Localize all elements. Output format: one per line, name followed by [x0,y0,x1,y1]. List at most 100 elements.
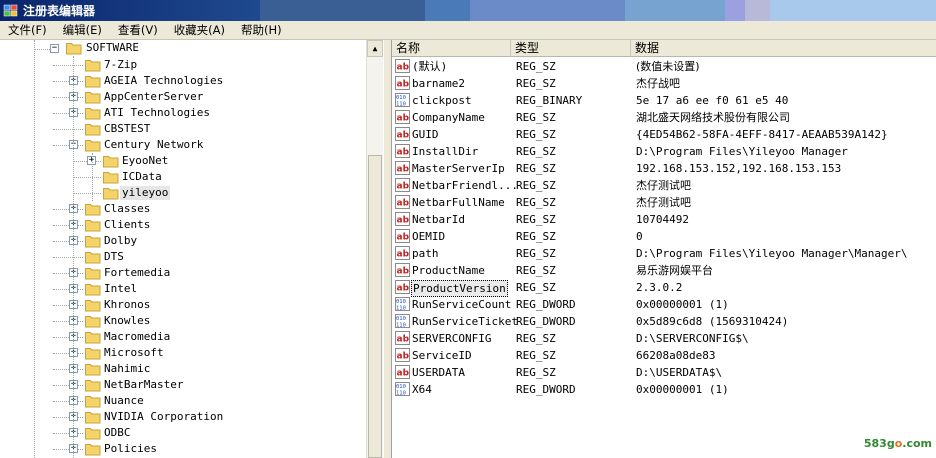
tree-item-cbstest[interactable]: CBSTEST [102,122,152,136]
value-data: {4ED54B62-58FA-4EFF-8417-AEAAB539A142} [636,128,888,141]
list-row[interactable]: 010 110 RunServiceCount REG_DWORD 0x00000001… [392,296,936,313]
value-name[interactable]: ProductVersion [411,280,508,297]
tree-item-nvidia-corporation[interactable]: NVIDIA Corporation [102,410,225,424]
list-row[interactable]: 010 110 X64 REG_DWORD 0x00000001 (1) [392,381,936,398]
tree-item-knowles[interactable]: Knowles [102,314,152,328]
tree-item-intel[interactable]: Intel [102,282,139,296]
value-name[interactable]: ProductName [411,263,486,278]
registry-value-list[interactable]: 名称 类型 数据 ab (默认) REG_SZ (数值未设置) ab barname2 RE… [392,40,936,458]
tree-item-odbc[interactable]: ODBC [102,426,133,440]
value-data: D:\USERDATA$\ [636,366,723,379]
folder-icon [85,108,101,120]
tree-item-microsoft[interactable]: Microsoft [102,346,166,360]
tree-item-century-network[interactable]: Century Network [102,138,205,152]
value-name[interactable]: X64 [411,382,433,397]
value-name[interactable]: NetbarFriendl... [411,178,519,193]
list-row[interactable]: 010 110 RunServiceTicket REG_DWORD 0x5d89c6d… [392,313,936,330]
registry-key-tree[interactable]: − SOFTWARE 7-Zip + AGEIA Technologies + AppC… [0,40,383,458]
tree-item-appcenterserver[interactable]: AppCenterServer [102,90,205,104]
value-name[interactable]: (默认) [411,59,448,74]
value-name[interactable]: clickpost [411,93,473,108]
tree-item-software[interactable]: SOFTWARE [84,41,141,55]
column-header-type[interactable]: 类型 [511,40,631,57]
string-value-icon: ab [395,331,410,345]
string-value-icon: ab [395,110,410,124]
menu-edit[interactable]: 编辑(E) [55,21,110,40]
value-name[interactable]: USERDATA [411,365,466,380]
scrollbar-thumb[interactable] [368,155,382,458]
string-value-icon: ab [395,178,410,192]
value-name[interactable]: path [411,246,440,261]
list-row[interactable]: ab USERDATA REG_SZ D:\USERDATA$\ [392,364,936,381]
column-header-data[interactable]: 数据 [631,40,936,57]
binary-value-icon: 010110 [395,314,410,328]
tree-item-eyoonet[interactable]: EyooNet [120,154,170,168]
value-name[interactable]: CompanyName [411,110,486,125]
tree-item-macromedia[interactable]: Macromedia [102,330,172,344]
value-name[interactable]: barname2 [411,76,466,91]
value-name[interactable]: InstallDir [411,144,479,159]
value-name[interactable]: NetbarFullName [411,195,506,210]
pane-splitter[interactable] [383,40,392,458]
list-row[interactable]: 010 110 clickpost REG_BINARY 5e 17 a6 ee f0 … [392,92,936,109]
value-name[interactable]: RunServiceTicket [411,314,519,329]
tree-item-classes[interactable]: Classes [102,202,152,216]
value-name[interactable]: RunServiceCount [411,297,512,312]
tree-item-yileyoo[interactable]: yileyoo [120,186,171,200]
string-value-icon: ab [395,212,410,226]
value-name[interactable]: MasterServerIp [411,161,506,176]
svg-text:ab: ab [397,216,410,226]
column-header-name[interactable]: 名称 [392,40,511,57]
tree-item-netbarmaster[interactable]: NetBarMaster [102,378,185,392]
list-row[interactable]: ab MasterServerIp REG_SZ 192.168.153.152,19… [392,160,936,177]
tree-item-icdata[interactable]: ICData [120,170,164,184]
title-bar[interactable]: 注册表编辑器 [0,0,936,21]
value-type: REG_SZ [516,247,556,260]
tree-item-dolby[interactable]: Dolby [102,234,139,248]
list-row[interactable]: ab ProductName REG_SZ 易乐游网娱平台 [392,262,936,279]
tree-item-clients[interactable]: Clients [102,218,152,232]
tree-item-khronos[interactable]: Khronos [102,298,152,312]
tree-item-dts[interactable]: DTS [102,250,126,264]
tree-item-ati-technologies[interactable]: ATI Technologies [102,106,212,120]
list-row[interactable]: ab ProductVersion REG_SZ 2.3.0.2 [392,279,936,297]
value-name[interactable]: NetbarId [411,212,466,227]
string-value-icon: ab [395,127,410,141]
value-name[interactable]: SERVERCONFIG [411,331,492,346]
menu-help[interactable]: 帮助(H) [233,21,290,40]
tree-scrollbar[interactable]: ▲ [366,40,383,458]
menu-file[interactable]: 文件(F) [0,21,55,40]
value-type: REG_BINARY [516,94,583,107]
svg-text:ab: ab [397,233,410,243]
list-row[interactable]: ab (默认) REG_SZ (数值未设置) [392,58,936,75]
tree-item-7-zip[interactable]: 7-Zip [102,58,139,72]
value-name[interactable]: GUID [411,127,440,142]
list-row[interactable]: ab OEMID REG_SZ 0 [392,228,936,245]
watermark-part-3: .com [902,437,932,450]
collapse-icon[interactable]: − [50,44,59,53]
tree-item-fortemedia[interactable]: Fortemedia [102,266,172,280]
string-value-icon: ab [395,229,410,243]
list-row[interactable]: ab barname2 REG_SZ 杰仔战吧 [392,75,936,92]
value-type: REG_SZ [516,332,556,345]
tree-item-policies[interactable]: Policies [102,442,159,456]
tree-item-ageia-technologies[interactable]: AGEIA Technologies [102,74,225,88]
value-name[interactable]: ServiceID [411,348,473,363]
list-row[interactable]: ab NetbarId REG_SZ 10704492 [392,211,936,228]
list-row[interactable]: ab NetbarFriendl... REG_SZ 杰仔测试吧 [392,177,936,194]
menu-favorites[interactable]: 收藏夹(A) [166,21,233,40]
value-type: REG_SZ [516,196,556,209]
tree-item-nuance[interactable]: Nuance [102,394,146,408]
list-row[interactable]: ab ServiceID REG_SZ 66208a08de83 [392,347,936,364]
value-name[interactable]: OEMID [411,229,446,244]
list-row[interactable]: ab CompanyName REG_SZ 湖北盛天网络技术股份有限公司 [392,109,936,126]
list-row[interactable]: ab InstallDir REG_SZ D:\Program Files\Yiley… [392,143,936,160]
menu-view[interactable]: 查看(V) [110,21,166,40]
value-data: 2.3.0.2 [636,281,683,294]
list-row[interactable]: ab path REG_SZ D:\Program Files\Yileyoo Man… [392,245,936,262]
list-row[interactable]: ab GUID REG_SZ {4ED54B62-58FA-4EFF-8417-AEA… [392,126,936,143]
list-row[interactable]: ab SERVERCONFIG REG_SZ D:\SERVERCONFIG$\ [392,330,936,347]
scroll-up-icon[interactable]: ▲ [367,40,383,57]
list-row[interactable]: ab NetbarFullName REG_SZ 杰仔测试吧 [392,194,936,211]
tree-item-nahimic[interactable]: Nahimic [102,362,152,376]
